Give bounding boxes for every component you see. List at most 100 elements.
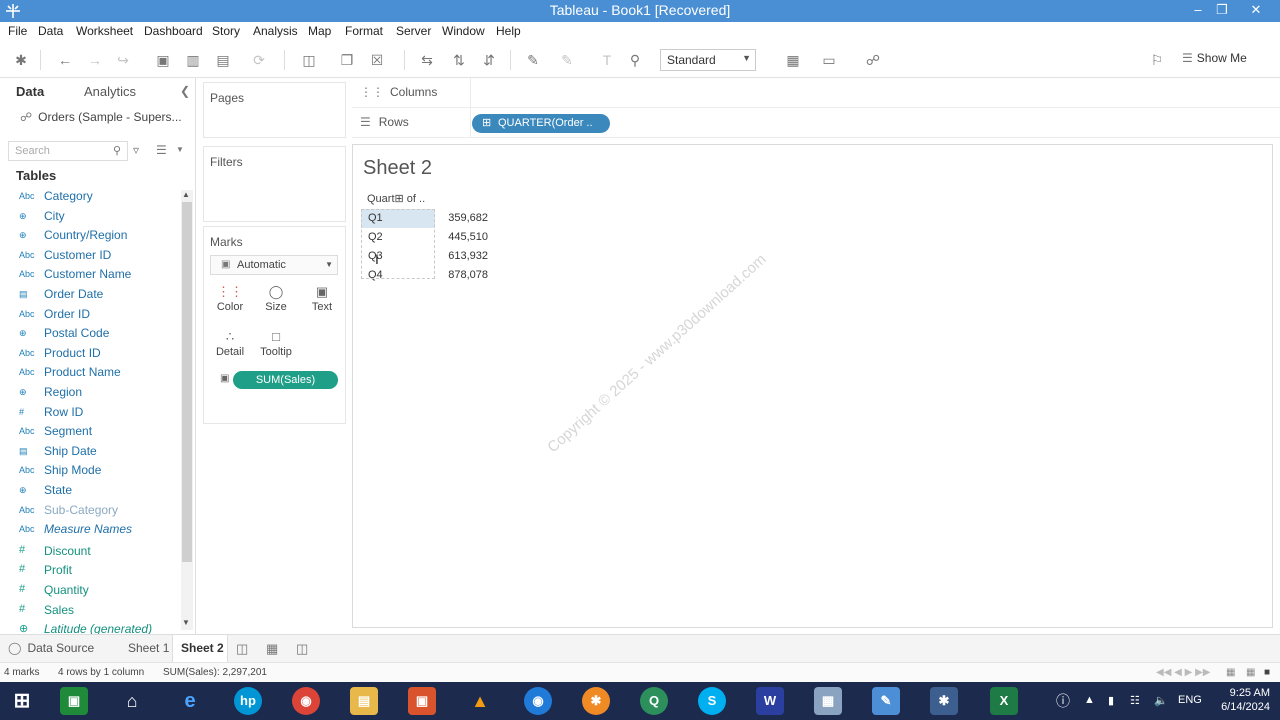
menu-format[interactable]: Format <box>345 24 383 38</box>
redo-icon[interactable]: → <box>86 51 104 69</box>
mark-type-select[interactable]: ▣ Automatic ▼ <box>210 255 338 275</box>
fit-select[interactable]: Standard ▼ <box>660 49 756 71</box>
filters-card[interactable]: Filters <box>203 146 346 222</box>
qlik-icon[interactable]: Q <box>640 687 668 715</box>
field-list-scrollbar[interactable]: ▲ ▼ <box>181 190 193 630</box>
battery-icon[interactable]: ▮ <box>1108 694 1114 707</box>
menu-data[interactable]: Data <box>38 24 63 38</box>
tabs-view-icon[interactable]: ■ <box>1264 667 1270 678</box>
column-header[interactable]: Quart⊞ of .. <box>367 192 425 205</box>
menu-worksheet[interactable]: Worksheet <box>76 24 133 38</box>
show-hidden-icons[interactable]: ▲ <box>1084 694 1095 706</box>
tooltip-button[interactable]: □ Tooltip <box>256 328 296 366</box>
dimension-field[interactable]: ⊕ State <box>0 482 180 501</box>
color-button[interactable]: ⋮⋮ Color <box>210 283 250 321</box>
measure-field[interactable]: # Sales <box>0 602 180 621</box>
dimension-field[interactable]: Abc Order ID <box>0 306 180 325</box>
dimension-field[interactable]: ▤ Order Date <box>0 286 180 305</box>
sales-value[interactable]: 613,932 <box>448 250 488 262</box>
menu-dashboard[interactable]: Dashboard <box>144 24 203 38</box>
volume-icon[interactable]: 🔈 <box>1154 694 1168 707</box>
duplicate-sheet-icon[interactable]: ❐ <box>338 51 356 69</box>
network-app-icon[interactable]: ▦ <box>814 687 842 715</box>
hp-icon[interactable]: hp <box>234 687 262 715</box>
worksheet-view[interactable]: Sheet 2 Quart⊞ of .. Q1 359,682 Q2 445,5… <box>352 144 1273 628</box>
sales-value[interactable]: 359,682 <box>448 212 488 224</box>
filter-icon[interactable]: ▿ <box>133 143 139 157</box>
file-explorer-icon[interactable]: ▤ <box>350 687 378 715</box>
dimension-field[interactable]: Abc Category <box>0 188 180 207</box>
clear-sheet-icon[interactable]: ☒ <box>368 51 386 69</box>
dimension-field[interactable]: Abc Customer ID <box>0 247 180 266</box>
sheet-title[interactable]: Sheet 2 <box>363 157 432 180</box>
list-view-icon[interactable]: ☰ <box>156 143 167 157</box>
windows-start-icon[interactable]: ⊞ <box>8 687 36 715</box>
close-button[interactable]: ✕ <box>1242 0 1270 22</box>
nav-first-icon[interactable]: ◀◀ ◀ ▶ ▶▶ <box>1156 667 1210 678</box>
measure-field[interactable]: # Quantity <box>0 582 180 601</box>
menu-file[interactable]: File <box>8 24 27 38</box>
sales-value[interactable]: 445,510 <box>448 231 488 243</box>
dimension-field[interactable]: ⊕ Region <box>0 384 180 403</box>
show-mark-labels-icon[interactable]: T <box>598 51 616 69</box>
highlight-icon[interactable]: ✎ <box>524 51 542 69</box>
presentation-mode-icon[interactable]: ▭ <box>820 51 838 69</box>
save-icon[interactable]: ▣ <box>154 51 172 69</box>
dimension-field[interactable]: Abc Product Name <box>0 364 180 383</box>
dimension-field[interactable]: ▤ Ship Date <box>0 443 180 462</box>
replay-icon[interactable]: ↪ <box>114 51 132 69</box>
quarter-order-date-pill[interactable]: ⊞ QUARTER(Order .. <box>472 114 610 133</box>
new-worksheet-icon[interactable]: ◫ <box>236 641 248 657</box>
dimension-field[interactable]: Abc Product ID <box>0 345 180 364</box>
datasource-item[interactable]: ☍ Orders (Sample - Supers... <box>20 110 190 124</box>
dimension-field[interactable]: Abc Ship Mode <box>0 462 180 481</box>
webex-icon[interactable]: W <box>756 687 784 715</box>
search-input[interactable]: Search ⚲ <box>8 141 128 161</box>
new-worksheet-icon[interactable]: ◫ <box>300 51 318 69</box>
sort-ascending-icon[interactable]: ⇅ <box>450 51 468 69</box>
menu-help[interactable]: Help <box>496 24 521 38</box>
vlc-icon[interactable]: ▲ <box>466 687 494 715</box>
undo-icon[interactable]: ← <box>56 51 74 69</box>
dimension-field[interactable]: Abc Measure Names <box>0 521 180 540</box>
ask-data-icon[interactable]: ⚐ <box>1148 51 1166 69</box>
help-tray-icon[interactable]: ⓘ <box>1056 691 1070 711</box>
new-datasource-icon[interactable]: ▥ <box>184 51 202 69</box>
measure-field[interactable]: # Profit <box>0 562 180 581</box>
show-me-button[interactable]: ☰ Show Me <box>1182 51 1247 65</box>
show-cards-icon[interactable]: ▦ <box>784 51 802 69</box>
columns-shelf[interactable]: ⋮⋮ Columns <box>352 78 1280 108</box>
refresh-icon[interactable]: ⟳ <box>250 51 268 69</box>
language-indicator[interactable]: ENG <box>1178 694 1202 706</box>
notepad-icon[interactable]: ✎ <box>872 687 900 715</box>
data-source-tab[interactable]: ◯ Data Source <box>8 641 94 655</box>
chrome-icon[interactable]: ◉ <box>292 687 320 715</box>
snagit-icon[interactable]: ✱ <box>582 687 610 715</box>
tableau-home-icon[interactable]: ✱ <box>12 51 30 69</box>
ie-browser-icon[interactable]: e <box>176 687 204 715</box>
sort-descending-icon[interactable]: ⇵ <box>480 51 498 69</box>
pause-updates-icon[interactable]: ▤ <box>214 51 232 69</box>
sum-sales-pill[interactable]: SUM(Sales) <box>233 371 338 389</box>
dimension-field[interactable]: ⊕ Postal Code <box>0 325 180 344</box>
group-members-icon[interactable]: ✎ <box>558 51 576 69</box>
skype-icon[interactable]: S <box>698 687 726 715</box>
menu-analysis[interactable]: Analysis <box>253 24 298 38</box>
scroll-up-icon[interactable]: ▲ <box>182 190 190 199</box>
menu-map[interactable]: Map <box>308 24 331 38</box>
pages-card[interactable]: Pages <box>203 82 346 138</box>
network-icon[interactable]: ☷ <box>1130 694 1140 707</box>
menu-server[interactable]: Server <box>396 24 431 38</box>
chevron-down-icon[interactable]: ▼ <box>176 145 184 154</box>
rows-shelf[interactable]: ☰ Rows ⊞ QUARTER(Order .. <box>352 108 1280 138</box>
pin-axes-icon[interactable]: ⚲ <box>626 51 644 69</box>
tab-sheet1[interactable]: Sheet 1 <box>128 641 169 655</box>
scrollbar-thumb[interactable] <box>182 202 192 562</box>
detail-button[interactable]: ∴ Detail <box>210 328 250 366</box>
tableau-taskbar-icon[interactable]: ✱ <box>930 687 958 715</box>
menu-window[interactable]: Window <box>442 24 485 38</box>
restore-button[interactable]: ❐ <box>1208 0 1236 22</box>
dimension-field[interactable]: Abc Customer Name <box>0 266 180 285</box>
clock[interactable]: 9:25 AM 6/14/2024 <box>1214 686 1270 714</box>
new-story-icon[interactable]: ◫ <box>296 641 308 657</box>
